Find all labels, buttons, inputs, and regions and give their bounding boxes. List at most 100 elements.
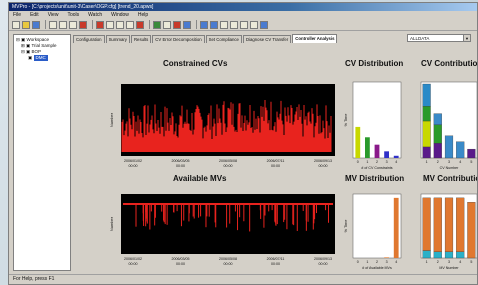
cut-icon[interactable] [49,20,57,29]
menu-view[interactable]: View [48,12,59,18]
stacked-bar-segment [444,197,454,252]
toolbar-separator [45,20,46,29]
toolbar-separator [196,20,197,29]
fit-icon[interactable] [230,20,238,29]
stacked-bar-segment [422,106,431,122]
bar [374,144,380,158]
tab-results[interactable]: Results [130,35,152,43]
stacked-bar-segment [444,135,454,159]
x-tick-label: 4 [395,260,397,264]
toolbar-separator [92,20,93,29]
x-tick-label: 3 [386,160,388,164]
tab-cv-error[interactable]: CV Error Decomposition [152,35,205,43]
copy-icon[interactable] [59,20,67,29]
run-icon[interactable] [153,20,161,29]
stacked-bar-segment [444,251,454,259]
stacked-bar-segment [456,251,465,259]
x-tick-label: 00:00 [271,164,280,168]
tree-root-label: Workspace [26,37,49,42]
open-folder-icon[interactable] [22,20,30,29]
record-icon[interactable] [173,20,181,29]
x-tick-label: 00:00 [176,262,185,266]
tab-diagnose[interactable]: Diagnose CV Transfer [242,35,292,43]
pan-icon[interactable] [220,20,228,29]
bar [384,257,389,258]
app-window: MVPro - [C:\projects\unit\unit-3\Caser\O… [8,2,478,285]
x-tick-label: 00:00 [271,262,280,266]
print-icon[interactable] [240,20,248,29]
stop-icon[interactable] [136,20,144,29]
x-tick-label: 00:00 [129,262,138,266]
x-tick-label: 0 [357,160,359,164]
plot-area [352,193,402,259]
tree-item-selected[interactable]: ▣ DMC [16,55,68,61]
menu-help[interactable]: Help [138,12,148,18]
x-tick-label: 2 [437,260,439,264]
x-tick-label: 2006/03/05 [172,159,190,163]
constrained-cvs-chart: Number2006/01/0200:002006/03/0500:002006… [109,84,335,168]
available-mvs-chart: Number2006/01/0200:002006/03/0500:002006… [109,194,335,266]
tree-selected-label: DMC [33,55,48,61]
refresh-icon[interactable] [163,20,171,29]
bar [393,197,399,258]
x-tick-label: 2006/03/05 [172,257,190,261]
new-file-icon[interactable] [12,20,20,29]
x-tick-label: 2006/05/08 [219,159,237,163]
tab-set-compliance[interactable]: Set Compliance [205,35,242,43]
menu-watch[interactable]: Watch [88,12,102,18]
x-tick-label: 00:00 [319,262,328,266]
mv-contribution-title: MV Contribution [423,174,477,183]
x-tick-label: 2 [376,260,378,264]
window-icon[interactable] [260,20,268,29]
x-tick-label: 00:00 [129,164,138,168]
tree-item-label: Trial Sample [31,43,57,48]
chart-icon[interactable] [96,20,104,29]
y-axis-label: Number [109,112,114,127]
tab-configuration[interactable]: Configuration [73,35,105,43]
stacked-bar-segment [467,202,476,259]
x-tick-label: 3 [448,160,450,164]
stacked-bar-segment [422,83,431,107]
constrained-cvs-title: Constrained CVs [163,59,228,68]
x-tick-label: 2006/01/02 [124,257,142,261]
mv-distribution-title: MV Distribution [345,174,405,183]
stacked-bar-segment [467,148,476,159]
save-icon[interactable] [32,20,40,29]
menu-window[interactable]: Window [111,12,129,18]
x-tick-label: 1 [366,260,368,264]
zoom-in-icon[interactable] [200,20,208,29]
sort-icon[interactable] [126,20,134,29]
x-tick-label: 0 [357,260,359,264]
cv-distribution-title: CV Distribution [345,59,404,68]
filter-icon[interactable] [116,20,124,29]
stacked-bar-segment [456,141,465,159]
x-tick-label: 1 [366,160,368,164]
delete-icon[interactable] [79,20,87,29]
menu-tools[interactable]: Tools [67,12,79,18]
tab-summary[interactable]: Summary [105,35,130,43]
x-tick-label: 00:00 [224,262,233,266]
paste-icon[interactable] [69,20,77,29]
grid-icon[interactable] [106,20,114,29]
x-axis-label: MV Number [439,266,459,270]
tab-controller-analysis[interactable]: Controller Analysis [292,34,338,43]
stacked-bar-segment [433,113,442,125]
stacked-bar-segment [456,197,465,252]
x-tick-label: 2006/05/08 [219,257,237,261]
menu-edit[interactable]: Edit [30,12,39,18]
mv-distribution-chart: % Time 0 1 2 3 4# of Available MVs [344,193,402,270]
stacked-bar-segment [422,197,431,251]
preview-icon[interactable] [250,20,258,29]
zoom-out-icon[interactable] [210,20,218,29]
x-tick-label: 5 [470,260,472,264]
cv-contribution-title: CV Contribution [421,59,478,68]
x-tick-label: 3 [448,260,450,264]
stacked-bar-segment [433,124,442,144]
export-icon[interactable] [183,20,191,29]
stacked-bar-segment [422,120,431,148]
menu-file[interactable]: File [13,12,21,18]
window-title: MVPro - [C:\projects\unit\unit-3\Caser\O… [9,3,477,11]
stacked-bar-segment [433,251,442,259]
dataset-dropdown[interactable]: ALLDATA ▼ [407,34,471,42]
x-tick-label: 2006/09/13 [314,159,332,163]
